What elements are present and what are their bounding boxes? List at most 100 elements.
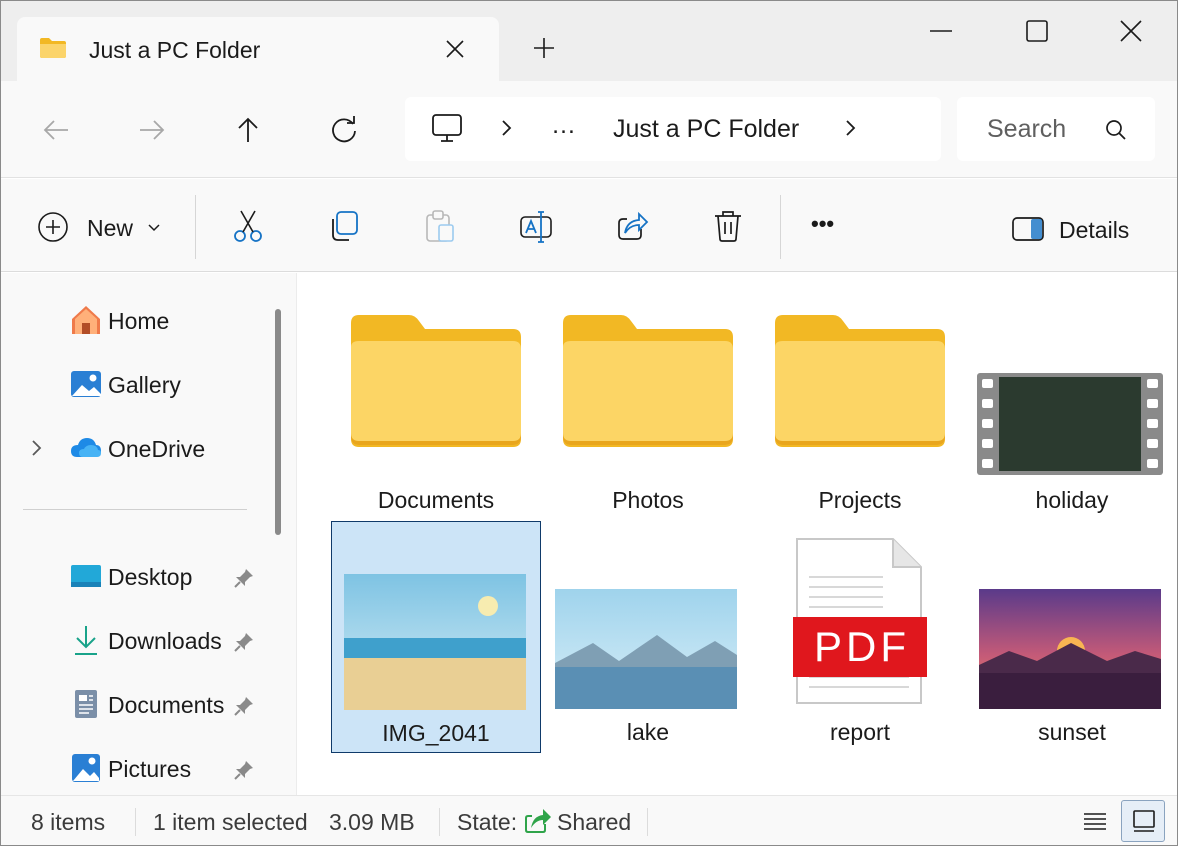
chevron-right-icon[interactable]: [29, 439, 45, 457]
more-options-button[interactable]: •••: [811, 211, 834, 237]
close-window-icon[interactable]: [1117, 17, 1145, 45]
file-item-img-2041[interactable]: IMG_2041: [331, 521, 541, 753]
address-bar[interactable]: … Just a PC Folder: [405, 97, 941, 161]
sidebar-item-label: Home: [108, 308, 170, 334]
folder-icon: [40, 38, 66, 58]
refresh-icon[interactable]: [329, 115, 359, 145]
details-pane-icon: [1012, 217, 1044, 241]
sidebar-item-label: OneDrive: [108, 436, 206, 462]
chevron-down-icon: [148, 224, 160, 232]
new-label: New: [87, 215, 134, 241]
shared-icon: [525, 809, 551, 833]
close-tab-icon[interactable]: [445, 39, 465, 59]
toolbar-divider: [195, 195, 196, 259]
file-explorer-window: Just a PC Folder … Just a PC Folder Sear…: [0, 0, 1178, 846]
this-pc-icon: [432, 114, 462, 142]
up-icon[interactable]: [233, 115, 263, 145]
folder-icon: [775, 315, 945, 447]
new-tab-icon[interactable]: [533, 37, 555, 59]
cut-icon[interactable]: [231, 209, 265, 243]
file-name: IMG_2041: [382, 720, 490, 746]
file-list: Documents Photos Projects holiday IMG_20…: [298, 273, 1177, 795]
folder-icon: [351, 315, 521, 447]
file-item-lake[interactable]: lake: [543, 521, 753, 753]
details-button[interactable]: Details: [1001, 203, 1151, 253]
search-icon[interactable]: [1105, 119, 1127, 141]
list-view-icon: [1084, 813, 1106, 830]
search-box[interactable]: Search: [957, 97, 1155, 161]
delete-icon[interactable]: [711, 209, 745, 243]
details-label: Details: [1059, 217, 1130, 243]
add-icon: [38, 212, 68, 242]
image-thumbnail-icon: [344, 574, 526, 710]
tab-active[interactable]: Just a PC Folder: [17, 17, 499, 81]
rename-icon[interactable]: [519, 209, 553, 243]
status-divider: [135, 808, 136, 836]
selection-count: 1 item selected: [153, 809, 308, 835]
search-placeholder: Search: [987, 115, 1067, 143]
minimize-icon[interactable]: [927, 17, 955, 45]
folder-icon: [563, 315, 733, 447]
copy-icon[interactable]: [327, 209, 361, 243]
pin-icon[interactable]: [233, 631, 255, 653]
details-view-button[interactable]: [1073, 800, 1117, 842]
tiles-view-icon: [1133, 810, 1155, 832]
breadcrumb-current[interactable]: Just a PC Folder: [613, 115, 799, 144]
forward-icon[interactable]: [137, 115, 167, 145]
tab-title: Just a PC Folder: [89, 37, 261, 63]
sidebar-item-downloads[interactable]: Downloads: [1, 615, 263, 665]
desktop-icon: [71, 565, 101, 587]
gallery-icon: [71, 371, 101, 397]
file-name: Projects: [818, 487, 902, 513]
pdf-file-icon: [793, 538, 927, 704]
breadcrumb-overflow[interactable]: …: [551, 111, 577, 140]
onedrive-icon: [71, 438, 101, 457]
scrollbar-thumb[interactable]: [275, 309, 281, 535]
large-icons-view-button[interactable]: [1121, 800, 1165, 842]
pin-icon[interactable]: [233, 695, 255, 717]
share-icon[interactable]: [615, 209, 649, 243]
paste-icon[interactable]: [423, 209, 457, 243]
downloads-icon: [75, 626, 97, 655]
file-item-report[interactable]: PDF report: [755, 521, 965, 753]
sidebar-item-label: Gallery: [108, 372, 181, 398]
navigation-bar: … Just a PC Folder Search: [1, 81, 1177, 178]
video-thumbnail-icon: [977, 373, 1163, 475]
home-icon: [72, 306, 100, 334]
sidebar-scrollbar[interactable]: [263, 273, 297, 795]
back-icon[interactable]: [41, 115, 71, 145]
file-name: sunset: [1038, 719, 1106, 745]
maximize-icon[interactable]: [1023, 17, 1051, 45]
file-item-photos[interactable]: Photos: [543, 287, 753, 519]
navigation-pane: Home Gallery OneDrive Desktop Downloads …: [1, 273, 263, 795]
sidebar-item-gallery[interactable]: Gallery: [1, 359, 263, 409]
file-name: lake: [626, 719, 670, 745]
selection-size: 3.09 MB: [329, 809, 415, 835]
new-button[interactable]: New: [31, 199, 171, 255]
sidebar-item-label: Downloads: [108, 628, 222, 654]
sidebar-item-onedrive[interactable]: OneDrive: [1, 423, 263, 473]
state-label: State:: [457, 809, 518, 835]
sidebar-item-home[interactable]: Home: [1, 295, 263, 345]
image-thumbnail-icon: [979, 589, 1161, 709]
sidebar-item-pictures[interactable]: Pictures: [1, 743, 263, 793]
file-item-holiday[interactable]: holiday: [967, 287, 1177, 519]
file-item-documents[interactable]: Documents: [331, 287, 541, 519]
file-item-projects[interactable]: Projects: [755, 287, 965, 519]
pictures-icon: [72, 754, 100, 782]
file-item-sunset[interactable]: sunset: [967, 521, 1177, 753]
status-divider: [647, 808, 648, 836]
file-name: holiday: [1035, 487, 1109, 513]
image-thumbnail-icon: [555, 589, 737, 709]
sidebar-item-documents[interactable]: Documents: [1, 679, 263, 729]
pin-icon[interactable]: [233, 567, 255, 589]
status-divider: [439, 808, 440, 836]
pin-icon[interactable]: [233, 759, 255, 781]
toolbar-divider: [780, 195, 781, 259]
file-name: report: [829, 719, 891, 745]
chevron-right-icon[interactable]: [845, 119, 857, 137]
file-name: Documents: [377, 487, 495, 513]
state-value: Shared: [557, 809, 632, 835]
item-count: 8 items: [31, 809, 106, 835]
sidebar-item-desktop[interactable]: Desktop: [1, 551, 263, 601]
